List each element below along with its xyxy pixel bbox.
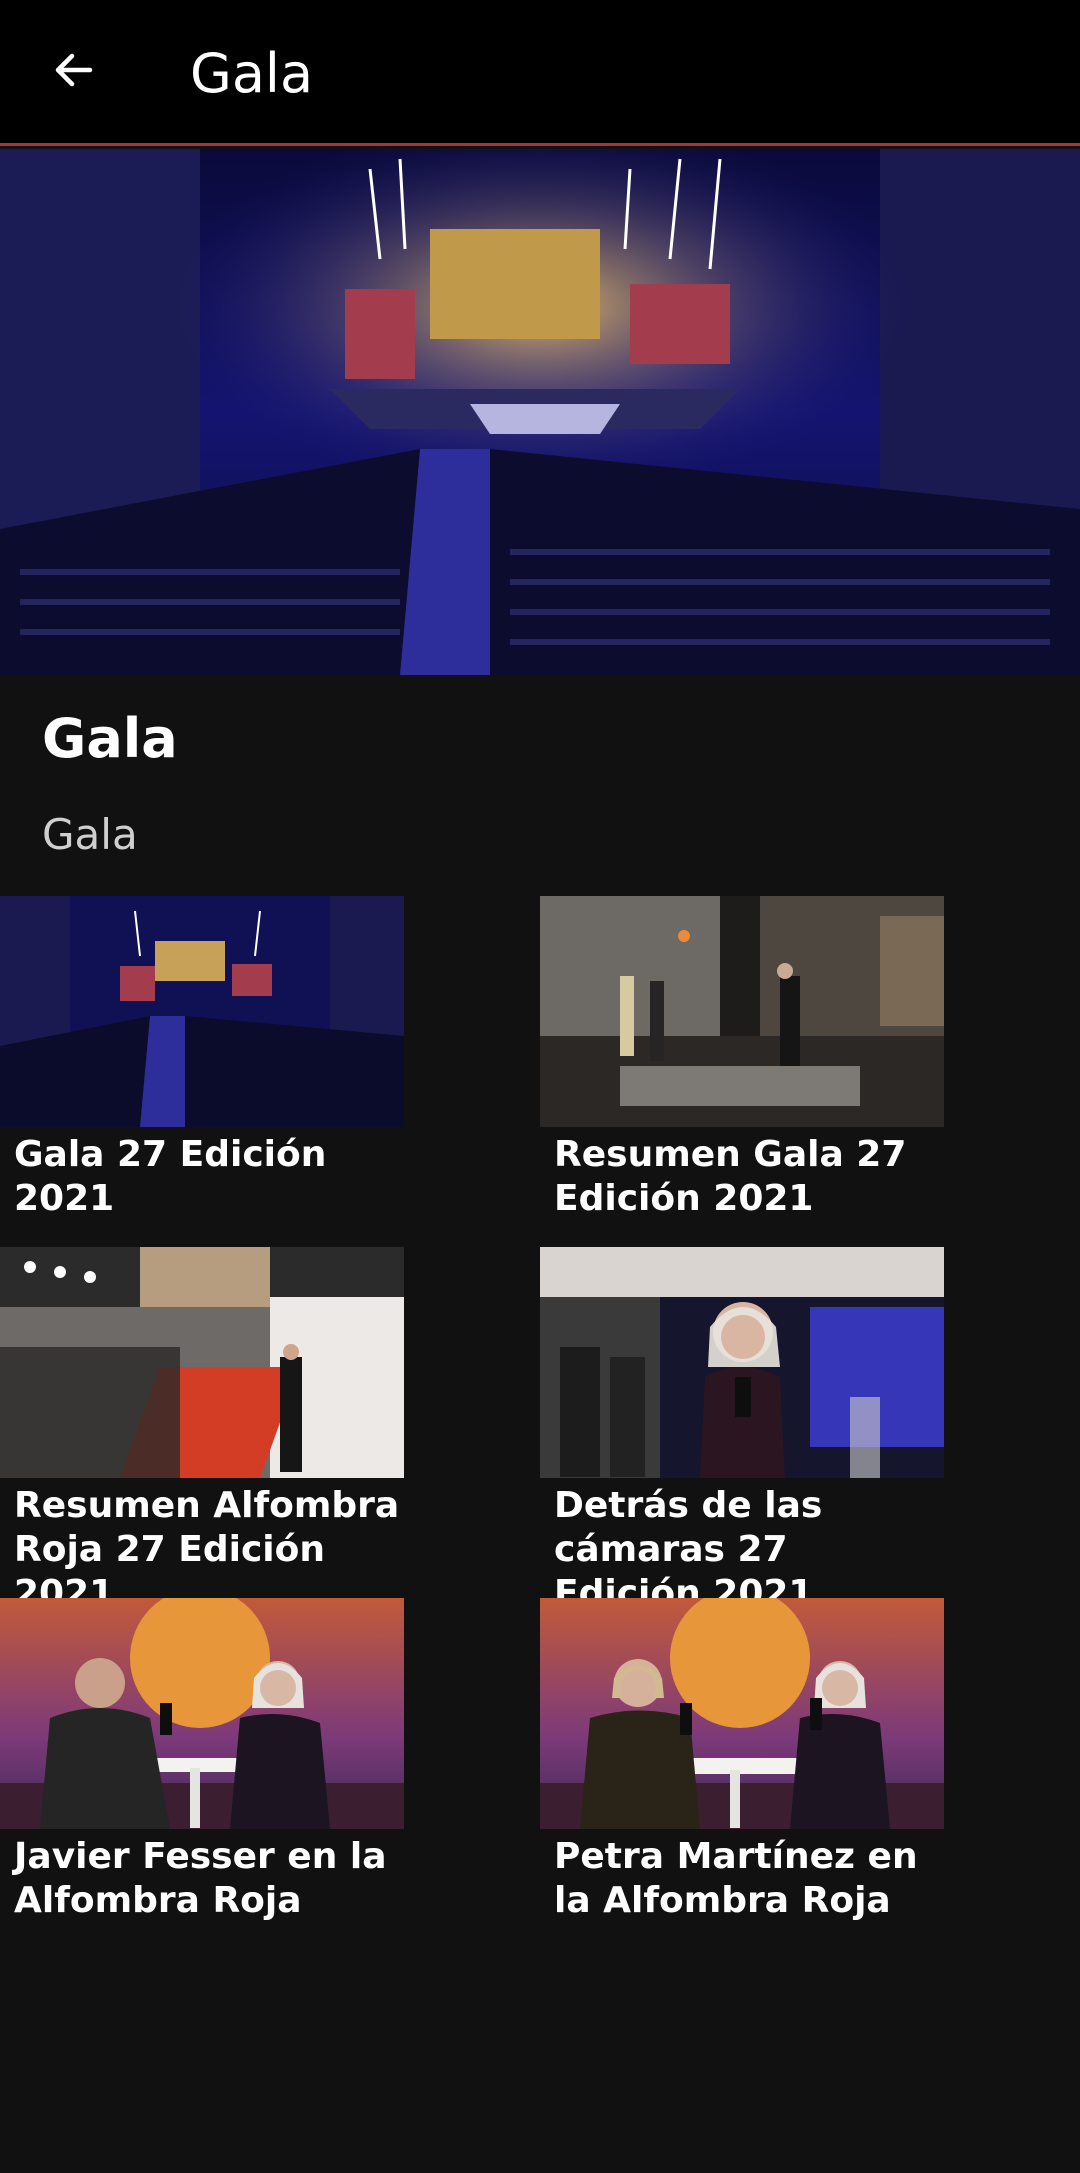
video-title: Javier Fesser en la Alfombra Roja — [14, 1836, 387, 1921]
section-subtitle: Gala — [42, 810, 138, 859]
video-card[interactable]: Javier Fesser en la Alfombra Roja — [0, 1598, 404, 1923]
hero-image — [0, 149, 1080, 675]
video-card[interactable]: Petra Martínez en la Alfombra Roja — [540, 1598, 944, 1923]
video-title: Petra Martínez en la Alfombra Roja — [554, 1836, 918, 1921]
arrow-left-icon — [55, 53, 93, 87]
video-thumbnail — [540, 1598, 944, 1829]
video-card[interactable]: Gala 27 Edición 2021 — [0, 896, 404, 1221]
video-card[interactable]: Detrás de las cámaras 27 Edición 2021 — [540, 1247, 944, 1616]
video-thumbnail — [0, 1247, 404, 1478]
video-card[interactable]: Resumen Gala 27 Edición 2021 — [540, 896, 944, 1221]
app-bar: Gala — [0, 0, 1080, 146]
video-thumbnail — [0, 896, 404, 1127]
video-title: Detrás de las cámaras 27 Edición 2021 — [554, 1485, 823, 1614]
section-title: Gala — [42, 707, 178, 770]
video-thumbnail — [540, 896, 944, 1127]
page-title: Gala — [190, 42, 314, 105]
video-thumbnail — [0, 1598, 404, 1829]
back-button[interactable] — [34, 30, 114, 110]
video-title: Resumen Gala 27 Edición 2021 — [554, 1134, 907, 1219]
video-title: Resumen Alfombra Roja 27 Edición 2021 — [14, 1485, 400, 1614]
video-card[interactable]: Resumen Alfombra Roja 27 Edición 2021 — [0, 1247, 404, 1616]
video-title: Gala 27 Edición 2021 — [14, 1134, 327, 1219]
video-thumbnail — [540, 1247, 944, 1478]
